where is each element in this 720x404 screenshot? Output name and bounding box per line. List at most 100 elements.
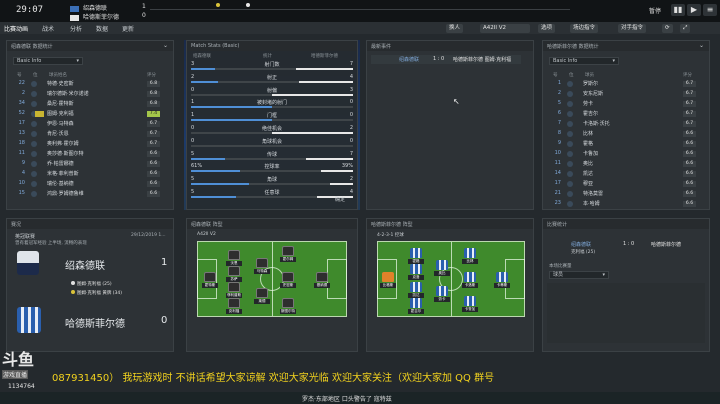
pitch-player[interactable]: 霍吉尔 xyxy=(408,298,424,314)
away-kit-icon xyxy=(17,307,41,333)
player-row[interactable]: 23 本·哈姆 6.6 xyxy=(547,200,703,208)
pitch-player[interactable]: 凯达 xyxy=(408,282,424,298)
player-rating: 6.6 xyxy=(147,161,160,167)
opposition-instructions-button[interactable]: 对手指令 xyxy=(618,24,647,33)
player-row[interactable]: 2 瑞尔德斯·米尔诺诺 6.8 xyxy=(11,90,167,98)
player-row[interactable]: 7 卡洛斯·沃托 6.7 xyxy=(547,120,703,128)
player-row[interactable]: 10 瑞伦·基纳德 6.6 xyxy=(11,180,167,188)
pitch-player-name: 比林 xyxy=(462,259,478,264)
match-timeline[interactable] xyxy=(150,9,570,10)
pitch-player[interactable]: 卡洛斯 xyxy=(462,272,478,288)
pitch-player[interactable]: 霍尔姆 xyxy=(280,246,296,262)
player-row[interactable]: 10 卡鲁加 6.6 xyxy=(547,150,703,158)
player-number: 17 xyxy=(554,180,561,186)
player-row[interactable]: 34 桑尼·霍特斯 6.8 xyxy=(11,100,167,108)
substitution-button[interactable]: 换人 xyxy=(446,24,464,33)
player-row[interactable]: 17 伊恩·马特森 6.7 xyxy=(11,120,167,128)
player-status-icon xyxy=(567,191,573,197)
nav-analysis[interactable]: 分析 xyxy=(70,24,82,33)
expand-icon[interactable]: ⤢ xyxy=(680,24,691,33)
formation-select[interactable]: A42II V2 xyxy=(480,24,530,33)
player-status-icon xyxy=(31,121,37,127)
player-row[interactable]: 6 霍吉尔 6.7 xyxy=(547,110,703,118)
pitch-player[interactable]: 奥比 xyxy=(434,260,450,276)
player-row[interactable]: 18 奥利弗·霍尔姆 6.7 xyxy=(11,140,167,148)
pitch-player[interactable]: 菲利普斯 xyxy=(226,282,242,298)
player-status-icon xyxy=(31,101,37,107)
pitch-player[interactable]: 史密斯 xyxy=(280,272,296,288)
nav-data[interactable]: 数据 xyxy=(96,24,108,33)
player-row[interactable]: 21 特洛莫雷 6.6 xyxy=(547,190,703,198)
refresh-icon[interactable]: ⟳ xyxy=(662,24,673,33)
touchline-instructions-button[interactable]: 场边指令 xyxy=(570,24,599,33)
player-row[interactable]: 22 特德·史密斯 6.8 xyxy=(11,80,167,88)
player-row[interactable]: 14 凯达 6.6 xyxy=(547,170,703,178)
stat-label: 射偏 xyxy=(266,87,277,94)
pitch-player-name: 卡鲁加 xyxy=(462,307,478,312)
pitch-player[interactable]: 苏萨 xyxy=(226,266,242,282)
confirm-button[interactable]: 确定 xyxy=(335,196,345,203)
player-row[interactable]: 2 安东尼斯 6.7 xyxy=(547,90,703,98)
home-kit-icon xyxy=(17,251,39,275)
event-row[interactable]: 绍森德联 1 : 0 哈德斯菲尔德 图姆·克利福 xyxy=(371,55,521,64)
chevron-down-icon[interactable]: ⌄ xyxy=(163,42,168,49)
pitch-player[interactable]: 克洛 xyxy=(408,264,424,280)
player-row[interactable]: 13 肯尼·沃恩 6.7 xyxy=(11,130,167,138)
player-row[interactable]: 52 图姆·克利福 7.4 xyxy=(11,110,167,118)
nav-tactics[interactable]: 战术 xyxy=(42,24,54,33)
player-row[interactable]: 9 乔·帕雷娜德 6.6 xyxy=(11,160,167,168)
player-row[interactable]: 8 比林 6.6 xyxy=(547,130,703,138)
fast-forward-icon[interactable]: ▶ xyxy=(687,4,701,16)
pitch-player[interactable]: 克利福 xyxy=(226,298,242,314)
player-name: 本·哈姆 xyxy=(583,201,600,207)
player-rating: 6.6 xyxy=(147,181,160,187)
commentary-text: 罗杰·东部地区 口头警告了 寇特兹 xyxy=(302,396,392,403)
player-row[interactable]: 5 劳卡 6.7 xyxy=(547,100,703,108)
player-row[interactable]: 11 奥莎德·斯图尔特 6.6 xyxy=(11,150,167,158)
pitch-player[interactable]: 比格斯 xyxy=(380,272,396,288)
pitch-player[interactable]: 霍特斯 xyxy=(202,272,218,288)
nav-match-view[interactable]: 比赛动画 xyxy=(4,24,28,33)
player-row[interactable]: 1 罗斯尔 6.7 xyxy=(547,80,703,88)
pitch-player[interactable]: 沃恩 xyxy=(226,250,242,266)
stat-row: 5 传球 7 xyxy=(191,151,353,162)
player-number: 11 xyxy=(18,150,25,156)
player-row[interactable]: 15 鸿鼎·罗姆德鲁维 6.6 xyxy=(11,190,167,198)
panel-header: 最新事件 xyxy=(367,41,533,51)
pitch-player[interactable]: 莱德 xyxy=(254,288,270,304)
player-row[interactable]: 4 米格·菲利普斯 6.6 xyxy=(11,170,167,178)
chevron-down-icon[interactable]: ⌄ xyxy=(699,42,704,49)
pitch-player[interactable]: 卡鲁加 xyxy=(462,296,478,312)
summary-score: 1 : 0 xyxy=(623,241,635,247)
pitch-player[interactable]: 比林 xyxy=(462,248,478,264)
player-number: 2 xyxy=(21,90,25,96)
pitch-player[interactable]: 基纳德 xyxy=(314,272,330,288)
player-status-icon xyxy=(31,171,37,177)
stats-label-col: 统计 xyxy=(263,54,272,59)
summary-select[interactable]: 球员 ▾ xyxy=(549,271,609,279)
pitch-player[interactable]: 斯图尔特 xyxy=(280,298,296,314)
player-status-icon xyxy=(567,101,573,107)
pitch-player[interactable]: 卡蒂斯 xyxy=(494,272,510,288)
stat-view-select[interactable]: Basic Info ▾ xyxy=(13,57,83,65)
player-number: 1 xyxy=(557,80,561,86)
options-button[interactable]: 选项 xyxy=(538,24,556,33)
player-rating: 6.6 xyxy=(147,171,160,177)
player-row[interactable]: 9 霍格 6.6 xyxy=(547,140,703,148)
stat-bar-home xyxy=(191,183,249,186)
home-player-stats-panel: 绍森德联 数据统计 ⌄ Basic Info ▾ 号 位 球员姓名 评分 22 特德·… xyxy=(6,40,174,210)
pitch-player[interactable]: 霍格 xyxy=(408,248,424,264)
pitch-player[interactable]: 马特森 xyxy=(254,258,270,274)
stat-bar-home xyxy=(191,196,237,198)
menu-icon[interactable]: ≡ xyxy=(703,4,717,16)
latest-events-panel: 最新事件 绍森德联 1 : 0 哈德斯菲尔德 图姆·克利福 ↖ xyxy=(366,40,534,210)
pitch-player-name: 霍尔姆 xyxy=(280,257,296,262)
pause-icon[interactable]: ▮▮ xyxy=(671,4,685,16)
player-row[interactable]: 11 奥比 6.6 xyxy=(547,160,703,168)
stat-view-select[interactable]: Basic Info ▾ xyxy=(549,57,619,65)
home-team-score: 1 xyxy=(161,257,168,268)
pitch-player[interactable]: 劳卡 xyxy=(434,286,450,302)
player-status-icon xyxy=(31,141,37,147)
player-row[interactable]: 17 穆亚 6.6 xyxy=(547,180,703,188)
nav-update[interactable]: 更新 xyxy=(122,24,134,33)
